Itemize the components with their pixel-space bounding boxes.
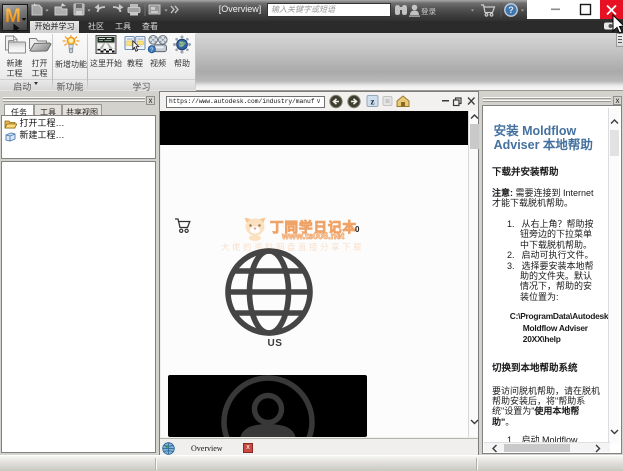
svg-text:z: z (371, 97, 375, 107)
svg-text:?: ? (508, 5, 514, 15)
svg-text:?: ? (150, 48, 153, 54)
